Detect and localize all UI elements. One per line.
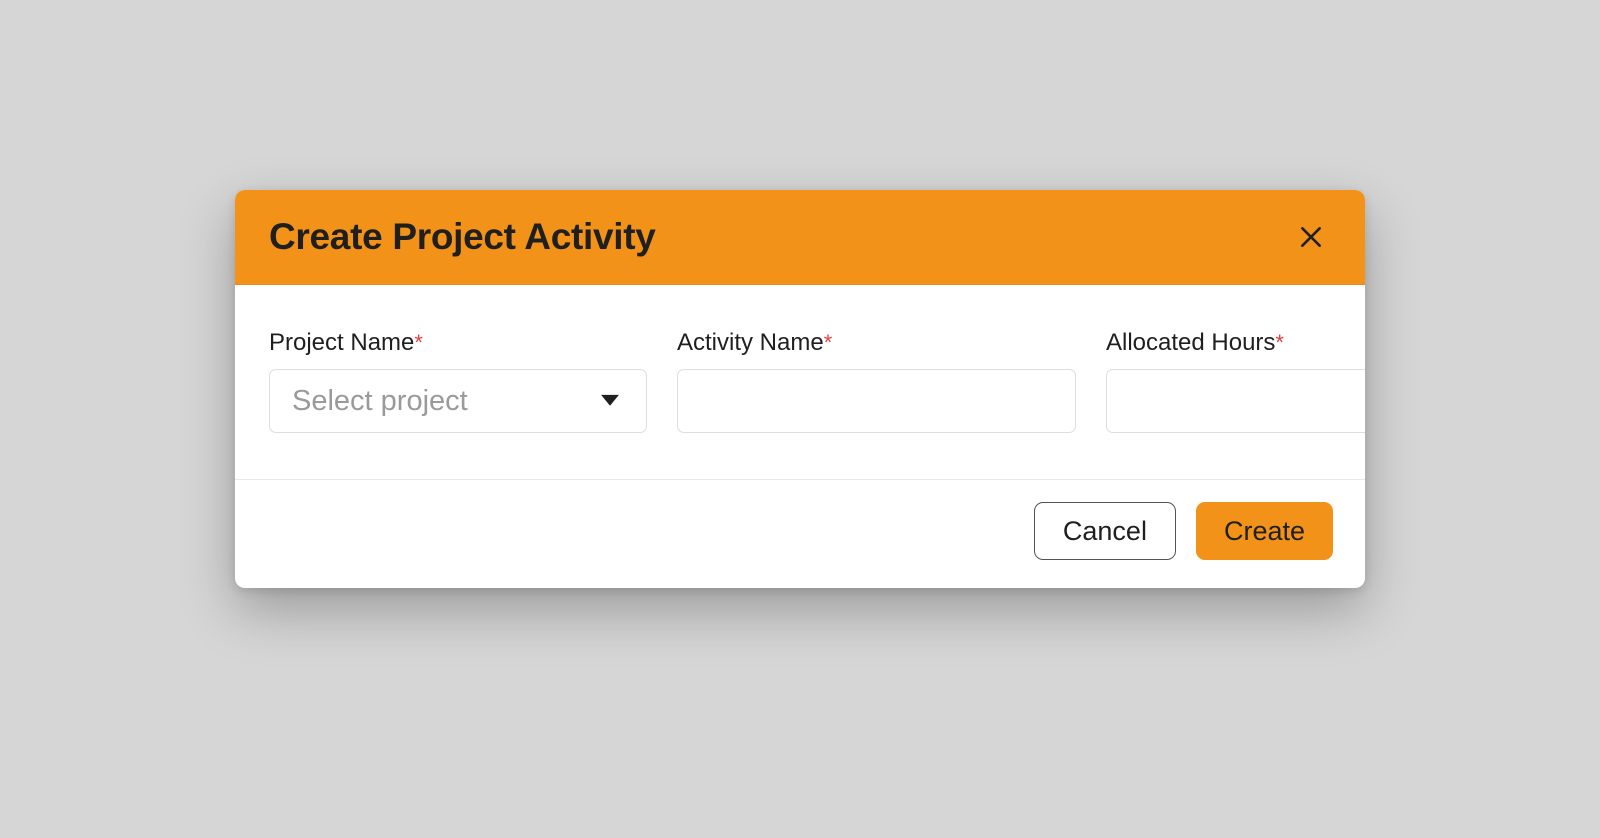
dialog-title: Create Project Activity (269, 216, 656, 258)
required-marker: * (824, 330, 833, 355)
project-name-select[interactable]: Select project (269, 369, 647, 433)
dialog-body: Project Name* Select project Activity Na… (235, 285, 1365, 479)
required-marker: * (414, 330, 423, 355)
allocated-hours-input[interactable] (1106, 369, 1365, 433)
allocated-hours-label-text: Allocated Hours (1106, 329, 1275, 356)
project-name-select-display[interactable]: Select project (269, 369, 647, 433)
cancel-button[interactable]: Cancel (1034, 502, 1176, 560)
dialog-header: Create Project Activity (235, 190, 1365, 285)
create-button[interactable]: Create (1196, 502, 1333, 560)
dialog-footer: Cancel Create (235, 479, 1365, 588)
create-project-activity-dialog: Create Project Activity Project Name* Se… (235, 190, 1365, 588)
activity-name-label: Activity Name* (677, 329, 1076, 357)
allocated-hours-field: Allocated Hours* (1106, 329, 1365, 433)
project-name-field: Project Name* Select project (269, 329, 647, 433)
activity-name-label-text: Activity Name (677, 329, 824, 356)
activity-name-field: Activity Name* (677, 329, 1076, 433)
project-name-label: Project Name* (269, 329, 647, 357)
close-button[interactable] (1291, 217, 1331, 257)
caret-down-icon (601, 394, 619, 412)
project-name-label-text: Project Name (269, 329, 414, 356)
activity-name-input[interactable] (677, 369, 1076, 433)
close-icon (1298, 224, 1324, 250)
allocated-hours-label: Allocated Hours* (1106, 329, 1365, 357)
required-marker: * (1275, 330, 1284, 355)
